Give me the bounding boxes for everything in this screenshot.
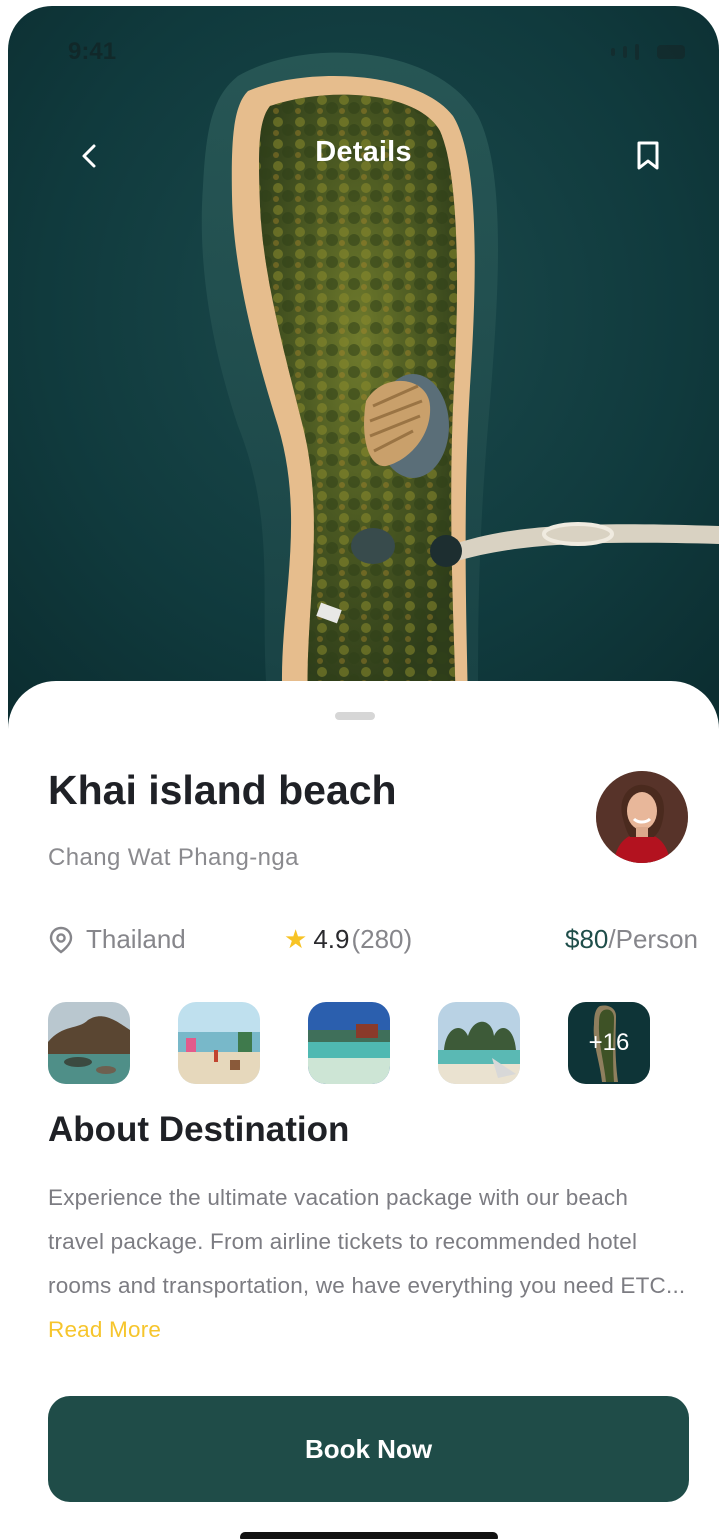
about-text: Experience the ultimate vacation package…: [48, 1176, 688, 1352]
book-now-button[interactable]: Book Now: [48, 1396, 689, 1502]
star-icon: ★: [284, 924, 308, 954]
location-country: Thailand: [86, 924, 186, 954]
page-title: Details: [315, 136, 412, 168]
destination-name: Khai island beach: [48, 767, 397, 813]
price: $80/Person: [565, 924, 698, 955]
gallery-more-count: +16: [568, 1002, 650, 1084]
gallery-thumb[interactable]: [308, 1002, 390, 1084]
gallery-thumb[interactable]: [178, 1002, 260, 1084]
home-indicator: [240, 1532, 498, 1539]
bookmark-icon: [637, 141, 659, 170]
location: Thailand: [48, 924, 186, 955]
read-more-link[interactable]: Read More: [48, 1317, 161, 1342]
app-screen: 9:41 Details Khai island beach Chang Wat…: [8, 6, 719, 1539]
gallery-thumb[interactable]: [438, 1002, 520, 1084]
rating: ★ 4.9 (280): [284, 924, 412, 955]
bookmark-button[interactable]: [628, 134, 668, 178]
details-sheet: Khai island beach Chang Wat Phang-nga Th…: [8, 681, 719, 1539]
status-icons: [611, 44, 685, 60]
price-amount: $80: [565, 924, 609, 954]
meta-row: Thailand ★ 4.9 (280) $80/Person: [48, 924, 698, 958]
location-pin-icon: [49, 926, 73, 953]
rating-score: 4.9: [313, 924, 350, 954]
about-description: Experience the ultimate vacation package…: [48, 1185, 686, 1298]
gallery-more[interactable]: +16: [568, 1002, 650, 1084]
hero-image: [8, 6, 719, 766]
photo-gallery: +16: [48, 1002, 668, 1086]
top-bar: Details: [8, 126, 719, 186]
avatar[interactable]: [596, 771, 688, 863]
sheet-handle[interactable]: [335, 712, 375, 720]
about-title: About Destination: [48, 1110, 350, 1149]
status-time: 9:41: [68, 38, 117, 65]
rating-count: (280): [351, 924, 413, 954]
price-unit: /Person: [608, 924, 698, 954]
destination-region: Chang Wat Phang-nga: [48, 844, 299, 871]
gallery-thumb[interactable]: [48, 1002, 130, 1084]
